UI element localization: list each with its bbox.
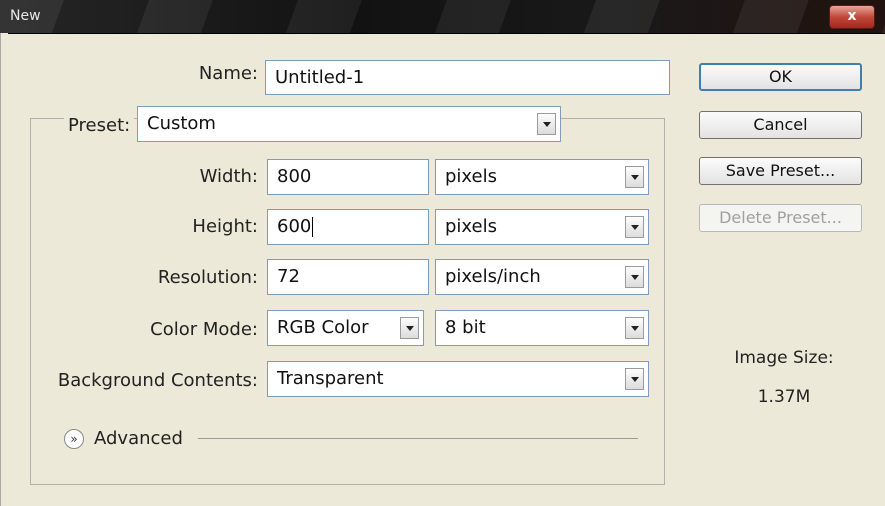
width-unit-value: pixels [445,166,497,187]
chevron-down-icon[interactable] [625,166,644,188]
color-mode-value: RGB Color [277,317,369,338]
close-icon: x [847,8,857,24]
height-unit-select[interactable]: pixels [435,209,649,245]
name-input[interactable]: Untitled-1 [265,60,670,95]
advanced-toggle[interactable]: Advanced [94,428,183,449]
background-label: Background Contents: [57,370,258,391]
close-button[interactable]: x [829,5,875,29]
width-input[interactable]: 800 [267,159,429,195]
image-size-label: Image Size: [734,348,834,368]
background-select[interactable]: Transparent [267,361,649,397]
height-value: 600 [277,216,312,237]
chevron-down-icon[interactable] [625,216,644,238]
double-chevron-down-icon[interactable]: » [64,429,84,449]
title-bar: New x [0,0,885,34]
delete-preset-button: Delete Preset... [699,204,862,232]
name-label: Name: [198,63,258,84]
chevron-down-icon[interactable] [400,317,419,339]
color-mode-select[interactable]: RGB Color [267,310,424,346]
chevron-down-icon[interactable] [625,368,644,390]
height-label: Height: [192,216,258,237]
height-unit-value: pixels [445,216,497,237]
ok-button[interactable]: OK [699,63,862,91]
resolution-label: Resolution: [157,267,258,288]
resolution-unit-value: pixels/inch [445,266,541,287]
preset-label: Preset: [64,115,135,136]
color-mode-label: Color Mode: [150,319,258,340]
text-cursor [312,217,314,237]
cancel-button[interactable]: Cancel [699,111,862,139]
resolution-input[interactable]: 72 [267,259,429,295]
preset-value: Custom [147,113,216,134]
bit-depth-value: 8 bit [445,317,486,338]
window-border [0,33,8,506]
width-label: Width: [199,166,258,187]
chevron-down-icon[interactable] [537,113,556,135]
height-input[interactable]: 600 [267,209,429,245]
advanced-divider [198,438,638,439]
chevron-down-icon[interactable] [625,317,644,339]
image-size-value: 1.37M [757,387,811,407]
bit-depth-select[interactable]: 8 bit [435,310,649,346]
width-unit-select[interactable]: pixels [435,159,649,195]
resolution-unit-select[interactable]: pixels/inch [435,259,649,295]
chevron-down-icon[interactable] [625,266,644,288]
preset-select[interactable]: Custom [137,106,561,142]
window-title: New [10,8,41,24]
background-value: Transparent [277,368,384,389]
save-preset-button[interactable]: Save Preset... [699,157,862,185]
